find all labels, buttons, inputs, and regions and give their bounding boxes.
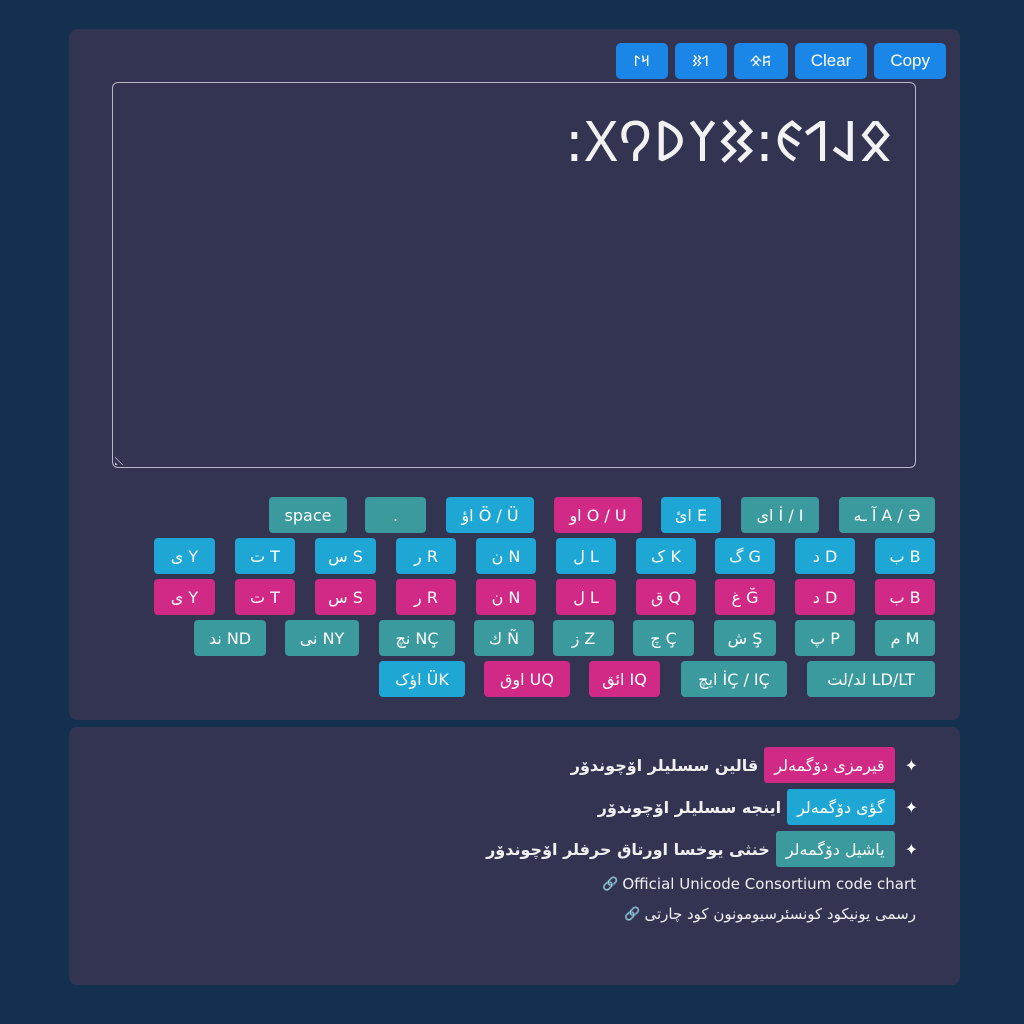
info-line-green: ✦ یاشیل دۆگمه‌لر خنثی یوخسا اورتاق حرفلر… [486,831,918,867]
resize-grip[interactable] [115,453,127,465]
key-row2-7[interactable]: س S [315,538,376,574]
key-row3-8[interactable]: ت T [235,579,295,615]
key-row5-2[interactable]: ائق IQ [589,661,660,697]
key-row1-2[interactable]: ائ E [661,497,721,533]
link-icon: 🔗 [602,876,619,892]
key-row5-1[interactable]: ایچ İÇ / IÇ [681,661,787,697]
info-text-green: خنثی یوخسا اورتاق حرفلر اۆچوندۆر [486,839,770,859]
blue-buttons-badge: گؤی دۆگمه‌لر [787,789,895,825]
key-row2-1[interactable]: د D [795,538,855,574]
key-row1-6[interactable]: space [269,497,347,533]
link-icon: 🔗 [624,906,641,922]
editor-text: :𐰋𐰞𐰯𐰏:𐰑𐰠𐰖𐰘𐰓 [564,110,893,175]
key-row2-6[interactable]: ر R [396,538,456,574]
key-row5-4[interactable]: اؤک ÜK [379,661,465,697]
clear-button[interactable]: Clear [794,43,868,79]
key-row3-7[interactable]: س S [315,579,376,615]
link-fa-text: رسمی یونیکود کونسئرسیومونون کود چارتی [644,905,916,923]
key-row3-6[interactable]: ر R [396,579,456,615]
key-row4-8[interactable]: ند ND [194,620,266,656]
key-row2-2[interactable]: گ G [715,538,775,574]
key-row5-0[interactable]: لد/لت LD/LT [807,661,935,697]
script-button-3[interactable]: 𐰰𐰌 [733,43,788,79]
key-row1-3[interactable]: او O / U [554,497,642,533]
key-row2-3[interactable]: ک K [636,538,696,574]
script-button-2[interactable]: 𐰯𐰑 [674,43,727,79]
link-en-text: Official Unicode Consortium code chart [622,875,916,893]
text-editor[interactable]: :𐰋𐰞𐰯𐰏:𐰑𐰠𐰖𐰘𐰓 [112,82,916,468]
key-row4-2[interactable]: ش Ş [714,620,776,656]
key-row5-3[interactable]: اوق UQ [484,661,570,697]
star-icon: ✦ [904,839,918,859]
key-row2-9[interactable]: ی Y [154,538,215,574]
script-button-1[interactable]: 𐰺𐰃 [615,43,668,79]
key-row4-4[interactable]: ز Z [553,620,614,656]
green-buttons-badge: یاشیل دۆگمه‌لر [775,831,895,867]
star-icon: ✦ [904,755,918,775]
editor-panel: 𐰺𐰃 𐰯𐰑 𐰰𐰌 Clear Copy :𐰋𐰞𐰯𐰏:𐰑𐰠𐰖𐰘𐰓 آ ـه A /… [69,29,960,720]
key-row1-5[interactable]: . [365,497,426,533]
key-row4-5[interactable]: ك Ñ [474,620,534,656]
red-buttons-badge: قیرمزی دۆگمه‌لر [764,747,895,783]
info-text-blue: اینجه سسلیلر اۆچوندۆر [597,797,782,817]
key-row2-5[interactable]: ن N [476,538,536,574]
key-row4-0[interactable]: م M [875,620,935,656]
key-row1-4[interactable]: اؤ Ö / Ü [446,497,534,533]
info-text-red: قالین سسلیلر اۆچوندۆر [570,755,759,775]
key-row3-0[interactable]: ب B [875,579,935,615]
unicode-chart-link-fa[interactable]: رسمی یونیکود کونسئرسیومونون کود چارتی 🔗 [620,905,916,923]
key-row4-6[interactable]: نچ NÇ [379,620,455,656]
key-row3-9[interactable]: ی Y [154,579,215,615]
info-line-blue: ✦ گؤی دۆگمه‌لر اینجه سسلیلر اۆچوندۆر [598,789,918,825]
key-row2-8[interactable]: ت T [235,538,295,574]
key-row3-1[interactable]: د D [795,579,855,615]
key-row4-1[interactable]: پ P [795,620,855,656]
key-row3-2[interactable]: غ Ğ [715,579,775,615]
unicode-chart-link-en[interactable]: 🔗 Official Unicode Consortium code chart [598,875,916,893]
key-row4-7[interactable]: نی NY [285,620,359,656]
key-row2-0[interactable]: ب B [875,538,935,574]
key-row1-0[interactable]: آ ـه A / Ə [839,497,935,533]
info-panel: ✦ قیرمزی دۆگمه‌لر قالین سسلیلر اۆچوندۆر … [69,727,960,985]
key-row4-3[interactable]: چ Ç [633,620,694,656]
copy-button[interactable]: Copy [874,43,946,79]
key-row2-4[interactable]: ل L [556,538,616,574]
info-line-red: ✦ قیرمزی دۆگمه‌لر قالین سسلیلر اۆچوندۆر [571,747,918,783]
toolbar: 𐰺𐰃 𐰯𐰑 𐰰𐰌 Clear Copy [615,43,946,79]
key-row3-5[interactable]: ن N [476,579,536,615]
key-row1-1[interactable]: ای İ / I [741,497,819,533]
key-row3-4[interactable]: ل L [556,579,616,615]
key-row3-3[interactable]: ق Q [636,579,696,615]
star-icon: ✦ [904,797,918,817]
